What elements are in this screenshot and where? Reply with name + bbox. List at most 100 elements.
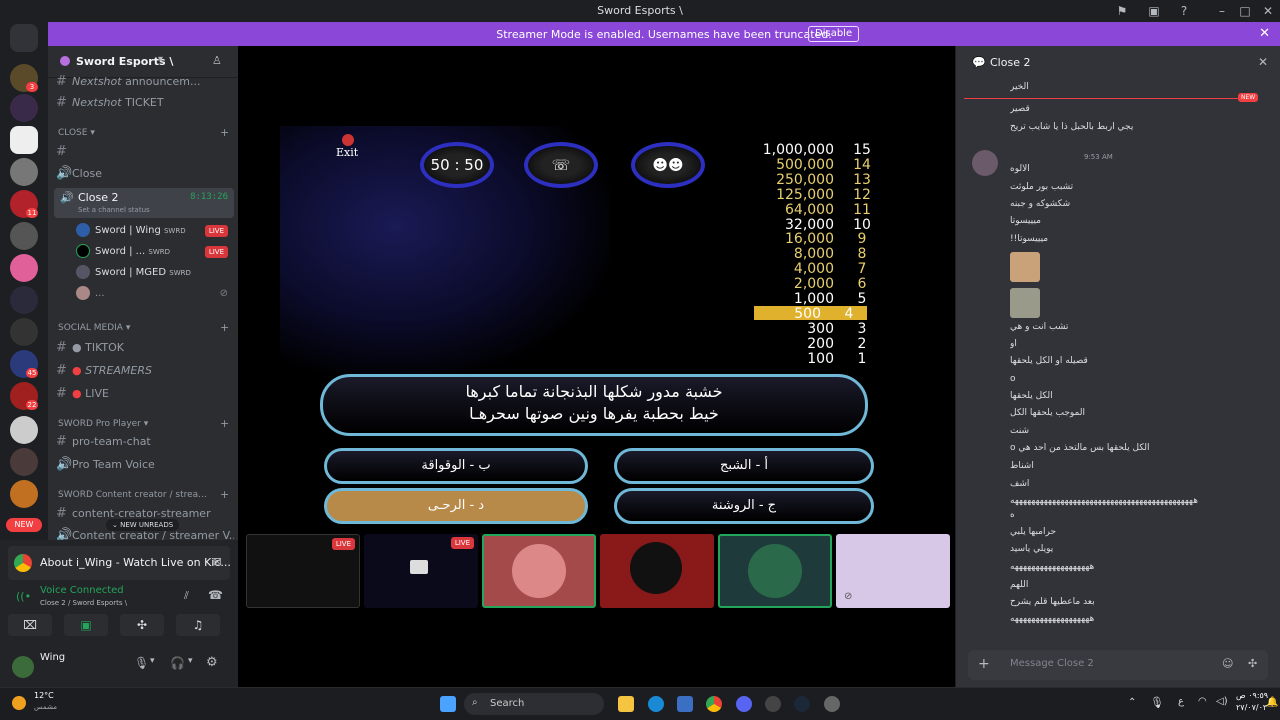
disconnect-icon[interactable]: ☎ bbox=[208, 588, 223, 602]
voice-user[interactable]: ... ⊘ bbox=[76, 284, 234, 304]
file-explorer-icon[interactable] bbox=[618, 696, 634, 712]
phone-a-friend-icon[interactable]: ☏ bbox=[524, 142, 598, 188]
settings-icon[interactable] bbox=[824, 696, 840, 712]
voice-channel[interactable]: Close 2 / Sword Esports \ bbox=[40, 599, 127, 607]
voice-user[interactable]: Sword | ... SWRD LIVE bbox=[76, 242, 234, 262]
voice-user[interactable]: Sword | Wing SWRD LIVE bbox=[76, 221, 234, 241]
avatar[interactable] bbox=[972, 150, 998, 176]
ask-audience-icon[interactable]: ☻☻ bbox=[631, 142, 705, 188]
username[interactable]: Wing bbox=[40, 652, 65, 663]
answer-b[interactable]: ب - الوقواقة bbox=[324, 448, 588, 484]
activities-icon[interactable]: ✣ bbox=[120, 614, 164, 636]
participant-tile[interactable] bbox=[718, 534, 832, 608]
language-indicator[interactable]: ع bbox=[1178, 696, 1184, 707]
discord-icon[interactable] bbox=[736, 696, 752, 712]
channel-close2-selected[interactable]: 🔊 Close 2 8:13:26 Set a channel status bbox=[54, 188, 234, 218]
channel-live[interactable]: # ● LIVE bbox=[56, 384, 234, 404]
chevron-down-icon[interactable]: ▾ bbox=[188, 656, 193, 666]
answer-d[interactable]: د - الرحـى bbox=[324, 488, 588, 524]
app-icon[interactable] bbox=[765, 696, 781, 712]
add-channel-icon[interactable]: + bbox=[220, 126, 229, 139]
participant-tile[interactable] bbox=[482, 534, 596, 608]
maximize-icon[interactable]: □ bbox=[1237, 3, 1253, 19]
close-activity-icon[interactable]: ⊠ bbox=[213, 555, 222, 568]
server-icon[interactable] bbox=[10, 126, 38, 154]
participant-tile[interactable] bbox=[600, 534, 714, 608]
question-icon[interactable]: ? bbox=[1176, 3, 1192, 19]
close-chat-icon[interactable]: ✕ bbox=[1258, 55, 1268, 69]
fifty-fifty-lifeline[interactable]: 50 : 50 bbox=[420, 142, 494, 188]
category-content-creator[interactable]: SWORD Content creator / strea... bbox=[58, 490, 228, 500]
notification-bell-icon[interactable]: 🔔 bbox=[1266, 697, 1278, 708]
exit-icon[interactable] bbox=[342, 134, 354, 146]
server-icon[interactable] bbox=[10, 480, 38, 508]
weather-temp[interactable]: 12°C bbox=[34, 691, 54, 700]
weather-desc[interactable]: مشمس bbox=[34, 703, 57, 711]
channel-pro-team-chat[interactable]: # pro-team-chat bbox=[56, 432, 234, 452]
add-attachment-icon[interactable]: + bbox=[978, 656, 990, 672]
add-member-icon[interactable]: ♙ bbox=[212, 54, 222, 67]
participant-tile[interactable]: ⊘ bbox=[836, 534, 950, 608]
volume-icon[interactable]: ◁) bbox=[1216, 696, 1228, 707]
new-unreads-pill[interactable]: NEW bbox=[6, 518, 42, 532]
microphone-tray-icon[interactable]: 🎙 bbox=[1150, 696, 1164, 709]
server-icon[interactable] bbox=[10, 286, 38, 314]
disable-button[interactable]: Disable bbox=[808, 26, 860, 42]
add-channel-icon[interactable]: + bbox=[220, 417, 229, 430]
channel-close[interactable]: 🔊Close bbox=[56, 164, 234, 184]
emoji-icon[interactable]: ☺ bbox=[1222, 657, 1233, 670]
channel-status[interactable]: Set a channel status bbox=[78, 206, 150, 214]
windows-start-icon[interactable] bbox=[440, 696, 456, 712]
stream-thumbnail[interactable]: LIVE bbox=[246, 534, 360, 608]
chevron-up-icon[interactable]: ⌃ bbox=[1128, 697, 1136, 708]
headphones-icon[interactable]: 🎧 bbox=[170, 656, 185, 670]
inbox-icon[interactable]: ⚑ bbox=[1114, 3, 1130, 19]
voice-status[interactable]: Voice Connected bbox=[40, 585, 124, 596]
weather-icon[interactable] bbox=[12, 696, 26, 710]
channel-pro-team-voice[interactable]: 🔊Pro Team Voice bbox=[56, 455, 234, 475]
close-window-icon[interactable]: ✕ bbox=[1260, 3, 1276, 19]
server-icon[interactable] bbox=[10, 158, 38, 186]
channel-text[interactable]: # bbox=[56, 142, 234, 162]
noise-suppression-icon[interactable]: ⫽ bbox=[184, 589, 189, 603]
exit-label[interactable]: Exit bbox=[336, 146, 358, 159]
category-pro-player[interactable]: SWORD Pro Player ▾ bbox=[58, 419, 228, 429]
avatar[interactable] bbox=[12, 656, 34, 678]
apps-icon[interactable]: ✣ bbox=[1248, 657, 1257, 670]
sticker-image[interactable] bbox=[1010, 252, 1040, 282]
chrome-icon[interactable] bbox=[706, 696, 722, 712]
voice-user[interactable]: Sword | MGED SWRD bbox=[76, 263, 234, 283]
category-social-media[interactable]: SOCIAL MEDIA ▾ bbox=[58, 323, 228, 333]
banner-close-icon[interactable]: ✕ bbox=[1259, 26, 1270, 41]
wifi-icon[interactable]: ◠ bbox=[1198, 696, 1207, 707]
activity-card[interactable]: About i_Wing - Watch Live on Kic... ⊠ bbox=[8, 546, 231, 580]
category-close[interactable]: CLOSE ▾ bbox=[58, 128, 228, 138]
server-icon[interactable] bbox=[10, 448, 38, 476]
game-screen[interactable]: Exit 50 : 50 ☏ ☻☻ 1,000,000 15 500,000 14 25… bbox=[280, 126, 880, 526]
stream-thumbnail[interactable]: LIVE bbox=[364, 534, 478, 608]
channel-announcements[interactable]: # Nextshot announcem... bbox=[56, 72, 234, 92]
channel-ticket[interactable]: # Nextshot TICKET bbox=[56, 93, 234, 113]
help-icon[interactable]: ▣ bbox=[1146, 3, 1162, 19]
discord-home-icon[interactable] bbox=[10, 24, 38, 52]
answer-a[interactable]: أ - الشبج bbox=[614, 448, 874, 484]
add-channel-icon[interactable]: + bbox=[220, 321, 229, 334]
channel-tiktok[interactable]: # ● TIKTOK bbox=[56, 338, 234, 358]
steam-icon[interactable] bbox=[794, 696, 810, 712]
message-composer[interactable]: + Message Close 2 ☺ ✣ bbox=[968, 650, 1268, 680]
server-icon[interactable] bbox=[10, 254, 38, 282]
chevron-down-icon[interactable]: ▾ bbox=[150, 656, 155, 666]
microphone-icon[interactable]: 🎙 bbox=[134, 656, 149, 670]
minimize-icon[interactable]: – bbox=[1214, 3, 1230, 19]
server-icon[interactable] bbox=[10, 318, 38, 346]
clock-date[interactable]: ٢٧/٠٧/٠٣ bbox=[1236, 703, 1267, 712]
edge-icon[interactable] bbox=[648, 696, 664, 712]
store-icon[interactable] bbox=[677, 696, 693, 712]
add-channel-icon[interactable]: + bbox=[220, 488, 229, 501]
server-icon[interactable] bbox=[10, 94, 38, 122]
channel-streamers[interactable]: # ● STREAMERS bbox=[56, 361, 234, 381]
settings-gear-icon[interactable]: ⚙ bbox=[206, 655, 218, 670]
soundboard-icon[interactable]: ♫ bbox=[176, 614, 220, 636]
server-icon[interactable] bbox=[10, 222, 38, 250]
server-icon[interactable] bbox=[10, 416, 38, 444]
